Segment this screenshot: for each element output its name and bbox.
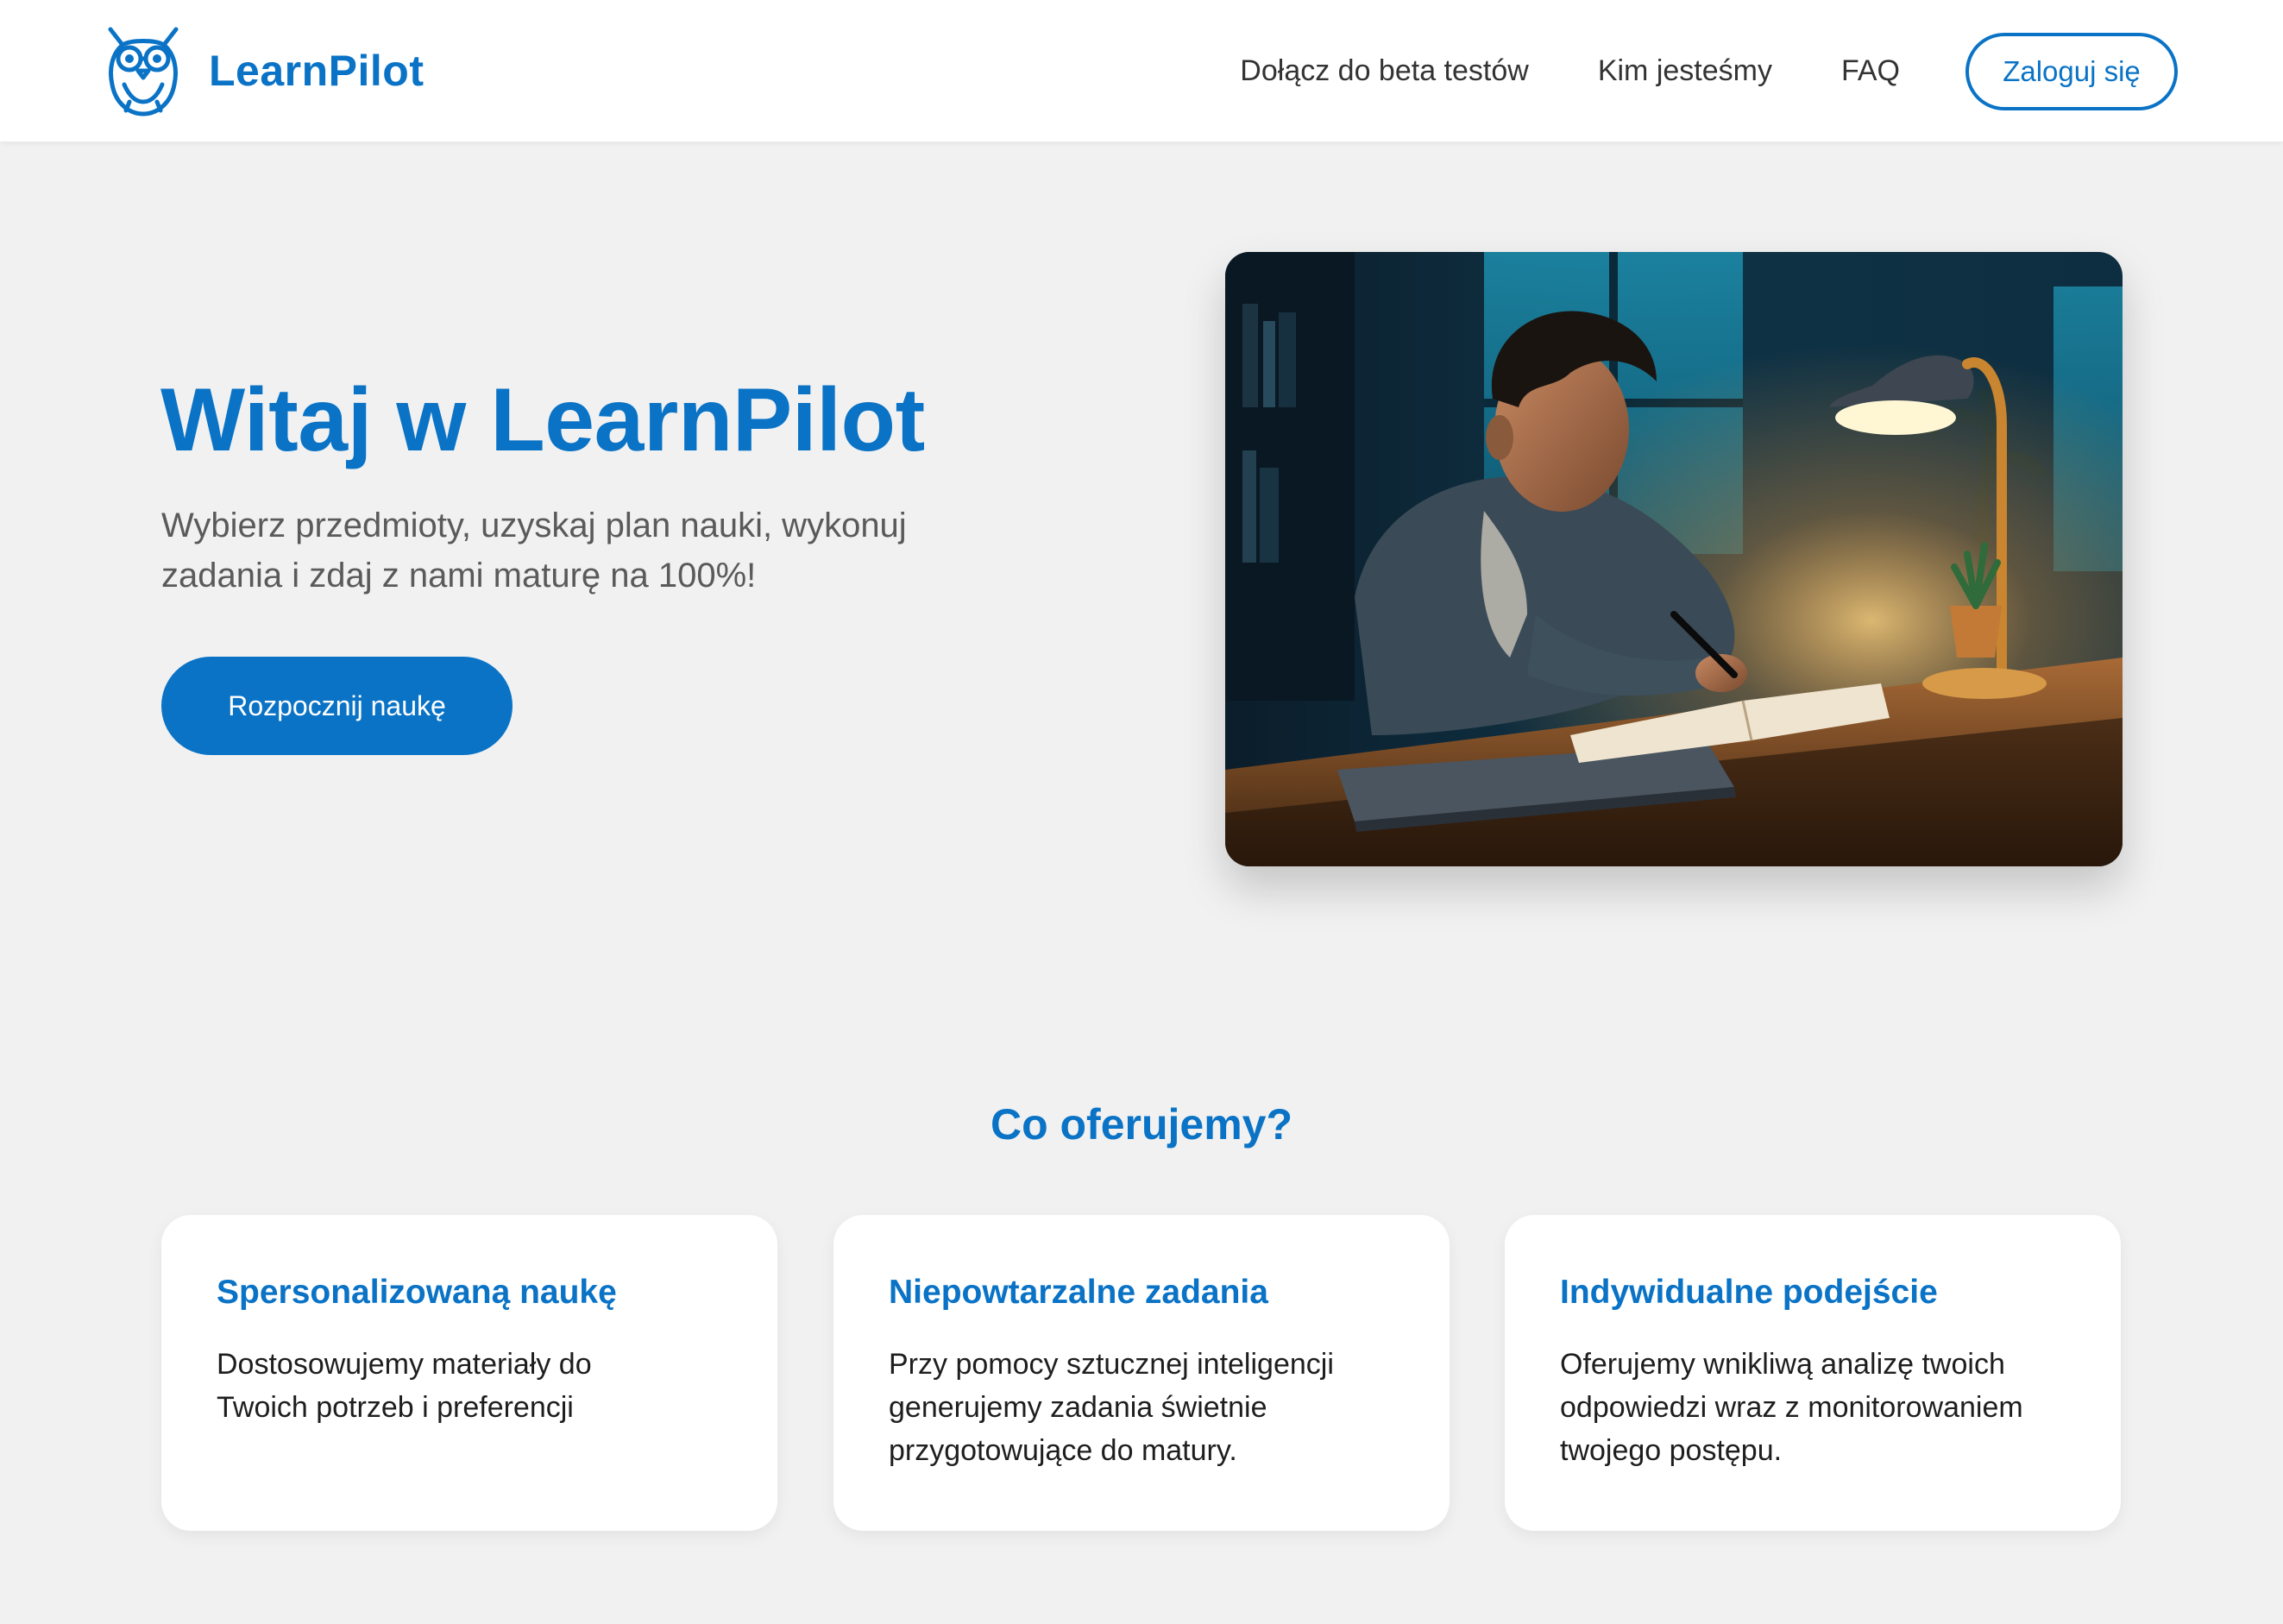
feature-card-personalized: Spersonalizowaną naukę Dostosowujemy mat… [161, 1215, 777, 1531]
nav-link-faq[interactable]: FAQ [1841, 54, 1900, 88]
nav-link-beta-tests[interactable]: Dołącz do beta testów [1240, 54, 1529, 88]
feature-card-title: Niepowtarzalne zadania [889, 1274, 1268, 1311]
feature-card-unique-tasks: Niepowtarzalne zadania Przy pomocy sztuc… [833, 1215, 1450, 1531]
hero-title: Witaj w LearnPilot [160, 370, 925, 470]
login-button[interactable]: Zaloguj się [1965, 33, 2178, 110]
start-learning-button[interactable]: Rozpocznij naukę [161, 657, 513, 755]
features-section-title: Co oferujemy? [990, 1100, 1293, 1149]
hero-image [1225, 252, 2123, 866]
hero-subtitle: Wybierz przedmioty, uzyskaj plan nauki, … [161, 507, 907, 595]
feature-card-description: Przy pomocy sztucznej inteligencji gener… [889, 1348, 1334, 1467]
student-studying-illustration [1225, 252, 2123, 866]
navbar: LearnPilot Dołącz do beta testów Kim jes… [0, 0, 2283, 142]
brand-logo-link[interactable]: LearnPilot [104, 24, 424, 117]
main-nav: Dołącz do beta testów Kim jesteśmy FAQ [1171, 0, 1900, 142]
nav-link-about-us[interactable]: Kim jesteśmy [1598, 54, 1772, 88]
feature-card-title: Indywidualne podejście [1560, 1274, 1938, 1311]
owl-icon [108, 27, 179, 116]
feature-card-description: Dostosowujemy materiały do Twoich potrze… [217, 1348, 592, 1424]
brand-name: LearnPilot [209, 47, 425, 95]
feature-card-title: Spersonalizowaną naukę [217, 1274, 617, 1311]
feature-card-description: Oferujemy wnikliwą analizę twoich odpowi… [1560, 1348, 2023, 1467]
feature-card-individual-approach: Indywidualne podejście Oferujemy wnikliw… [1505, 1215, 2121, 1531]
